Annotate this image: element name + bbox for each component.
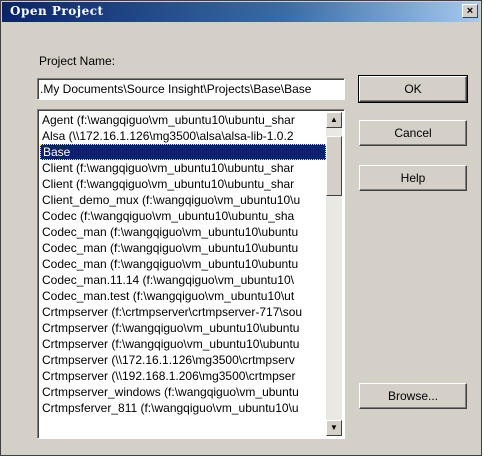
project-list-item[interactable]: Client (f:\wangqiguo\vm_ubuntu10\ubuntu_… (40, 176, 326, 192)
project-list-item[interactable]: Client (f:\wangqiguo\vm_ubuntu10\ubuntu_… (40, 160, 326, 176)
cancel-button[interactable]: Cancel (359, 120, 467, 146)
project-list-item[interactable]: Alsa (\\172.16.1.126\mg3500\alsa\alsa-li… (40, 128, 326, 144)
project-list-item[interactable]: Agent (f:\wangqiguo\vm_ubuntu10\ubuntu_s… (40, 112, 326, 128)
scroll-thumb[interactable] (326, 136, 342, 196)
project-list-item[interactable]: Codec_man.test (f:\wangqiguo\vm_ubuntu10… (40, 288, 326, 304)
scroll-down-arrow-icon[interactable]: ▼ (326, 420, 342, 436)
scroll-up-arrow-icon[interactable]: ▲ (326, 112, 342, 128)
project-list-item[interactable]: Codec (f:\wangqiguo\vm_ubuntu10\ubuntu_s… (40, 208, 326, 224)
project-list-item[interactable]: Crtmpserver (\\172.16.1.126\mg3500\crtmp… (40, 352, 326, 368)
project-name-value: .My Documents\Source Insight\Projects\Ba… (40, 82, 312, 96)
close-button[interactable]: × (462, 4, 478, 18)
project-list-item[interactable]: Codec_man.11.14 (f:\wangqiguo\vm_ubuntu1… (40, 272, 326, 288)
open-project-dialog: Open Project × Project Name: .My Documen… (0, 0, 482, 456)
project-list-item[interactable]: Crtmpserver (f:\wangqiguo\vm_ubuntu10\ub… (40, 320, 326, 336)
project-list-item[interactable]: Crtmpserver (f:\wangqiguo\vm_ubuntu10\ub… (40, 336, 326, 352)
dialog-title: Open Project (10, 4, 104, 18)
project-list-item[interactable]: Base (40, 144, 326, 160)
project-name-input[interactable]: .My Documents\Source Insight\Projects\Ba… (37, 78, 345, 100)
help-button[interactable]: Help (359, 165, 467, 191)
title-bar[interactable]: Open Project × (2, 2, 480, 22)
project-list-item[interactable]: Crtmpserver (f:\crtmpserver\crtmpserver-… (40, 304, 326, 320)
browse-button[interactable]: Browse... (359, 383, 467, 409)
project-list-item[interactable]: Crtmpserver_windows (f:\wangqiguo\vm_ubu… (40, 384, 326, 400)
project-list-item[interactable]: Codec_man (f:\wangqiguo\vm_ubuntu10\ubun… (40, 256, 326, 272)
project-list-items: Agent (f:\wangqiguo\vm_ubuntu10\ubuntu_s… (40, 112, 326, 416)
project-list-item[interactable]: Codec_man (f:\wangqiguo\vm_ubuntu10\ubun… (40, 224, 326, 240)
project-name-label: Project Name: (39, 54, 116, 68)
project-list-item[interactable]: Crtmpserver (\\192.168.1.206\mg3500\crtm… (40, 368, 326, 384)
ok-button[interactable]: OK (358, 75, 468, 103)
project-list-item[interactable]: Client_demo_mux (f:\wangqiguo\vm_ubuntu1… (40, 192, 326, 208)
project-list-item[interactable]: Crtmpsferver_811 (f:\wangqiguo\vm_ubuntu… (40, 400, 326, 416)
vertical-scrollbar[interactable]: ▲ ▼ (326, 112, 342, 436)
project-list[interactable]: Agent (f:\wangqiguo\vm_ubuntu10\ubuntu_s… (37, 109, 345, 439)
project-list-item[interactable]: Codec_man (f:\wangqiguo\vm_ubuntu10\ubun… (40, 240, 326, 256)
